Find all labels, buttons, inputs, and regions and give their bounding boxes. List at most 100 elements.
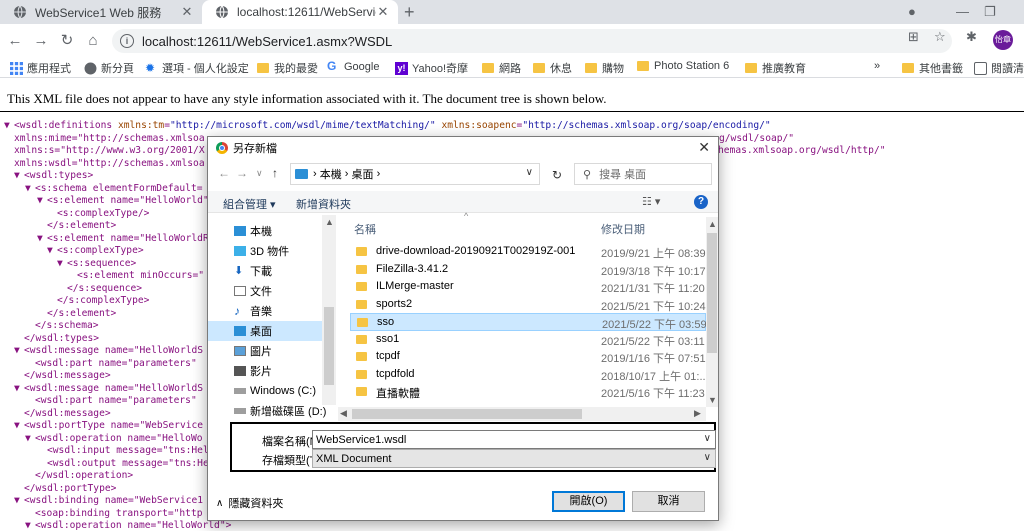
nav-item-videos[interactable]: 影片 xyxy=(208,361,322,381)
scroll-up-icon[interactable]: ▲ xyxy=(708,219,717,229)
nav-item-drive-d[interactable]: 新增磁碟區 (D:) xyxy=(208,401,326,421)
bookmark-apps[interactable]: 應用程式 xyxy=(10,60,71,76)
file-row[interactable]: 直播軟體 2021/5/16 下午 11:23 xyxy=(350,383,706,401)
up-arrow-icon[interactable]: ↑ xyxy=(272,166,278,180)
bookmark-education[interactable]: 推廣教育 xyxy=(745,60,806,76)
bookmark-shopping[interactable]: 購物 xyxy=(585,60,624,76)
tab-webservice[interactable]: WebService1 Web 服務 ✕ xyxy=(0,0,202,24)
bookmark-network[interactable]: 網路 xyxy=(482,60,521,76)
nav-scrollbar[interactable]: ▲ xyxy=(322,215,336,405)
file-row[interactable]: FileZilla-3.41.2 2019/3/18 下午 10:17 xyxy=(350,261,706,279)
close-tab-icon[interactable]: ✕ xyxy=(180,4,194,20)
cancel-button[interactable]: 取消 xyxy=(632,491,705,512)
bookmark-options[interactable]: ✹ 選項 - 個人化設定 xyxy=(145,60,249,76)
collapse-toggle-icon[interactable]: ▼ xyxy=(57,258,63,271)
scroll-down-icon[interactable]: ▼ xyxy=(708,395,717,405)
new-folder-button[interactable]: 新增資料夾 xyxy=(296,196,351,212)
scroll-left-icon[interactable]: ◀ xyxy=(340,408,347,419)
bookmark-new-tab[interactable]: 新分頁 xyxy=(84,60,134,76)
refresh-icon[interactable]: ↻ xyxy=(546,163,568,185)
scroll-thumb[interactable] xyxy=(352,409,582,419)
translate-icon[interactable]: ⊞ xyxy=(908,29,919,45)
nav-item-downloads[interactable]: ⬇ 下載 xyxy=(208,261,322,281)
reload-icon[interactable]: ↻ xyxy=(56,30,78,52)
file-row[interactable]: tcpdfold 2018/10/17 上午 01:... xyxy=(350,366,709,384)
file-row[interactable]: ILMerge-master 2021/1/31 下午 11:20 xyxy=(350,278,706,296)
restore-icon[interactable]: ❐ xyxy=(984,4,996,20)
nav-item-desktop[interactable]: 桌面 xyxy=(208,321,322,341)
collapse-toggle-icon[interactable]: ▼ xyxy=(14,170,20,183)
breadcrumb-item[interactable]: 本機 xyxy=(320,166,342,182)
chevron-down-icon[interactable]: ∨ xyxy=(526,167,533,178)
profile-dot-icon[interactable]: ● xyxy=(908,4,916,19)
nav-item-3d-objects[interactable]: 3D 物件 xyxy=(208,241,322,261)
bookmark-favorites[interactable]: 我的最愛 xyxy=(257,60,318,76)
profile-avatar[interactable]: 怡章 xyxy=(993,30,1013,50)
recent-locations-icon[interactable]: ∨ xyxy=(256,168,263,179)
bookmark-photo-station[interactable]: Photo Station 6 xyxy=(637,60,729,72)
chevron-down-icon[interactable]: ∨ xyxy=(704,433,711,444)
column-header-date[interactable]: 修改日期 xyxy=(601,221,645,237)
forward-icon[interactable]: → xyxy=(30,30,52,52)
scroll-up-icon[interactable]: ▲ xyxy=(325,217,334,227)
search-input[interactable]: ⚲ 搜尋 桌面 xyxy=(574,163,712,185)
organize-button[interactable]: 組合管理 ▾ xyxy=(223,196,276,212)
collapse-toggle-icon[interactable]: ▼ xyxy=(4,120,10,133)
scroll-thumb[interactable] xyxy=(324,307,334,385)
column-header-name[interactable]: 名稱 xyxy=(354,221,376,237)
bookmark-star-icon[interactable]: ☆ xyxy=(934,29,946,45)
address-bar[interactable]: i localhost:12611/WebService1.asmx?WSDL xyxy=(112,29,952,53)
close-icon[interactable]: ✕ xyxy=(698,139,710,156)
breadcrumb-item[interactable]: 桌面 xyxy=(352,166,374,182)
collapse-toggle-icon[interactable]: ▼ xyxy=(37,233,43,246)
help-icon[interactable]: ? xyxy=(694,195,708,209)
extensions-icon[interactable]: ✱ xyxy=(966,29,977,45)
nav-item-pictures[interactable]: 圖片 xyxy=(208,341,322,361)
filetype-select[interactable]: XML Document ∨ xyxy=(312,449,716,468)
tab-wsdl[interactable]: localhost:12611/WebService1.a ✕ xyxy=(202,0,398,24)
chevron-down-icon[interactable]: ∨ xyxy=(704,452,711,463)
home-icon[interactable]: ⌂ xyxy=(82,30,104,52)
bookmark-google[interactable]: G Google xyxy=(327,60,379,73)
hide-folders-toggle[interactable]: ∧ 隱藏資料夾 xyxy=(216,495,283,511)
info-icon[interactable]: i xyxy=(120,34,134,48)
nav-item-documents[interactable]: 文件 xyxy=(208,281,322,301)
file-row[interactable]: sso 2021/5/22 下午 03:59 xyxy=(350,313,707,331)
reading-list-button[interactable]: 閱讀清 xyxy=(974,60,1024,76)
file-row[interactable]: tcpdf 2019/1/16 下午 07:51 xyxy=(350,348,706,366)
collapse-toggle-icon[interactable]: ▼ xyxy=(37,195,43,208)
file-row[interactable]: sso1 2021/5/22 下午 03:11 xyxy=(350,331,706,349)
collapse-toggle-icon[interactable]: ▼ xyxy=(14,420,20,433)
file-scrollbar[interactable]: ▲ ▼ xyxy=(706,217,718,407)
save-button[interactable]: 開啟(O) xyxy=(552,491,625,512)
scroll-right-icon[interactable]: ▶ xyxy=(694,408,701,419)
collapse-toggle-icon[interactable]: ▼ xyxy=(25,520,31,531)
file-row[interactable]: sports2 2021/5/21 下午 10:24 xyxy=(350,296,706,314)
collapse-toggle-icon[interactable]: ▼ xyxy=(14,495,20,508)
bookmarks-overflow-button[interactable]: » xyxy=(874,60,880,72)
scroll-thumb[interactable] xyxy=(707,233,717,353)
collapse-toggle-icon[interactable]: ▼ xyxy=(14,345,20,358)
bookmark-yahoo[interactable]: y! Yahoo!奇摩 xyxy=(395,60,468,76)
forward-arrow-icon[interactable]: → xyxy=(236,166,248,180)
back-icon[interactable]: ← xyxy=(4,30,26,52)
close-tab-icon[interactable]: ✕ xyxy=(376,4,390,20)
file-date: 2021/1/31 下午 11:20 xyxy=(601,283,705,295)
back-arrow-icon[interactable]: ← xyxy=(218,166,230,180)
collapse-toggle-icon[interactable]: ▼ xyxy=(47,245,53,258)
filename-field[interactable]: WebService1.wsdl ∨ xyxy=(312,430,716,449)
bookmark-rest[interactable]: 休息 xyxy=(533,60,572,76)
minimize-icon[interactable]: — xyxy=(956,4,969,19)
breadcrumb[interactable]: › 本機 › 桌面 › ∨ xyxy=(290,163,540,185)
collapse-toggle-icon[interactable]: ▼ xyxy=(14,383,20,396)
new-tab-button[interactable]: + xyxy=(404,2,415,22)
horizontal-scrollbar[interactable]: ◀ ▶ xyxy=(338,407,706,421)
collapse-toggle-icon[interactable]: ▼ xyxy=(25,183,31,196)
nav-item-music[interactable]: ♪ 音樂 xyxy=(208,301,322,321)
file-row[interactable]: drive-download-20190921T002919Z-001 2019/… xyxy=(350,243,706,261)
nav-item-drive-c[interactable]: Windows (C:) xyxy=(208,381,322,401)
bookmark-other[interactable]: 其他書籤 xyxy=(902,60,963,76)
collapse-toggle-icon[interactable]: ▼ xyxy=(25,433,31,446)
nav-item-pc[interactable]: 本機 xyxy=(208,221,322,241)
view-options-icon[interactable]: ☷ ▾ xyxy=(642,195,660,208)
